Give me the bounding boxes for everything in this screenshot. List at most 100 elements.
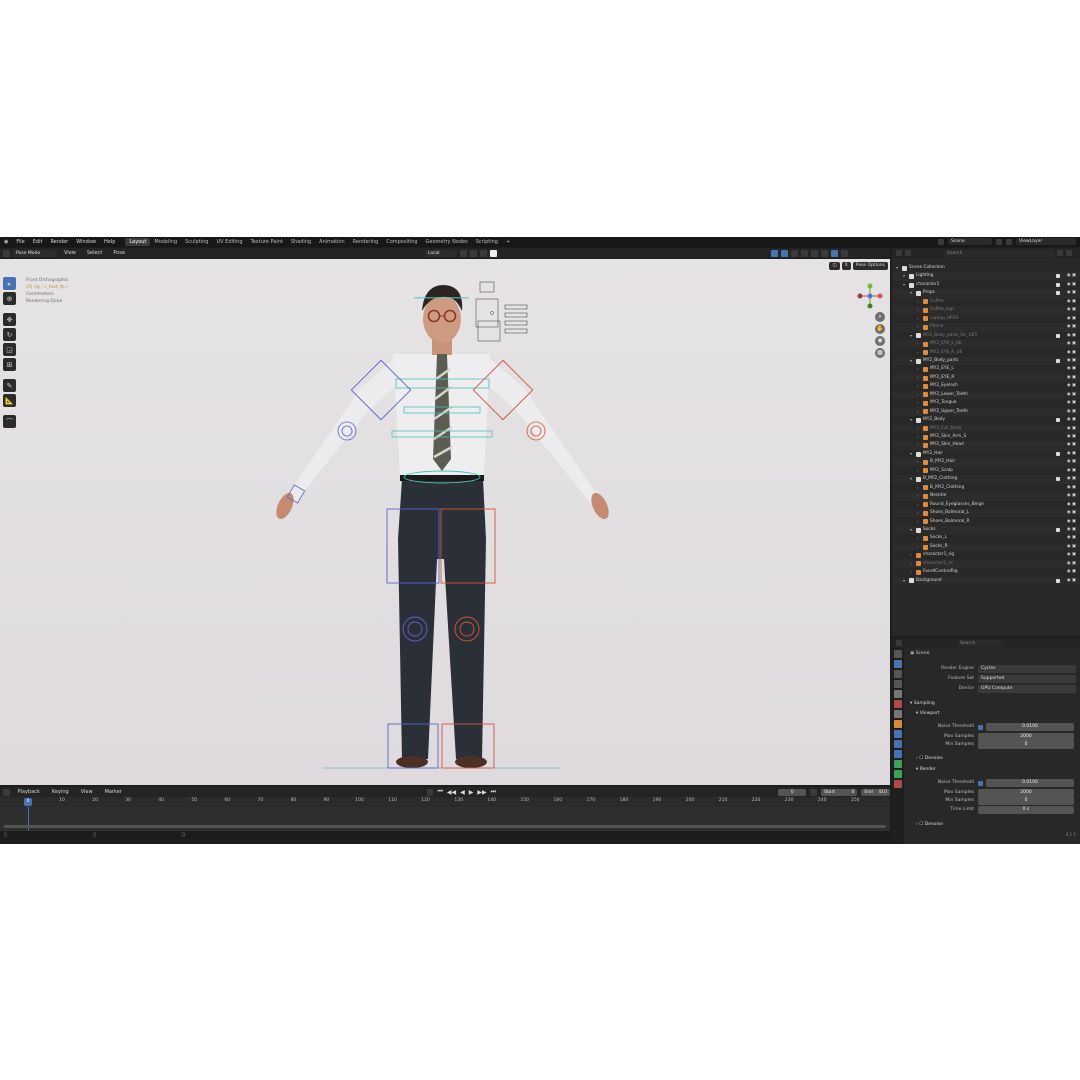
outliner-item-name[interactable]: MY2_EYE_R_UE [930, 349, 962, 357]
expand-chevron-icon[interactable]: ▾ [903, 281, 905, 289]
move-tool-icon[interactable]: ✥ [3, 313, 16, 326]
expand-chevron-icon[interactable]: › [910, 560, 912, 568]
start-frame-field[interactable]: Start 0 [821, 788, 858, 796]
render-subsection[interactable]: ▾ Render [916, 766, 936, 774]
camera-view-icon[interactable]: ◉ [875, 336, 885, 346]
visibility-eye-icon[interactable]: ◉ ▣ [1067, 408, 1076, 416]
outliner-row[interactable]: ▾ character1 ◉ ▣ [892, 281, 1080, 289]
jump-end-icon[interactable]: ⏭ [491, 788, 496, 796]
outliner-item-name[interactable]: Props [923, 289, 935, 297]
expand-chevron-icon[interactable]: › [917, 408, 919, 416]
expand-chevron-icon[interactable]: › [910, 568, 912, 576]
r-min-samples-field[interactable]: 0 [978, 797, 1074, 805]
visibility-eye-icon[interactable]: ◉ ▣ [1067, 340, 1076, 348]
constraint-tab-icon[interactable] [894, 750, 902, 758]
outliner-row[interactable]: › Necktie ◉ ▣ [892, 492, 1080, 501]
outliner-item-name[interactable]: Background [916, 577, 942, 585]
exclude-checkbox[interactable] [1056, 291, 1060, 296]
outliner-row[interactable]: › MY2_Skin_Arm_S ◉ ▣ [892, 433, 1080, 441]
navigation-gizmo[interactable] [857, 283, 883, 309]
outliner-row[interactable]: › Socks_L ◉ ▣ [892, 534, 1080, 542]
expand-chevron-icon[interactable]: › [917, 315, 919, 323]
outliner-item-name[interactable]: MY2_Hair [923, 450, 943, 458]
outliner-item-name[interactable]: Laptop_HP20 [930, 315, 958, 323]
visibility-eye-icon[interactable]: ◉ ▣ [1067, 501, 1076, 509]
outliner-row[interactable]: ▾ Lighting ◉ ▣ [892, 272, 1080, 281]
viewport-subsection[interactable]: ▾ Viewport [916, 710, 940, 718]
r-noise-threshold-checkbox[interactable] [978, 780, 983, 786]
outliner-row[interactable]: ▾ Socks ◉ ▣ [892, 525, 1080, 535]
visibility-eye-icon[interactable]: ◉ ▣ [1067, 416, 1076, 424]
relax-tool-icon[interactable]: ⌒ [3, 415, 16, 428]
exclude-checkbox[interactable] [1056, 274, 1060, 279]
gizmo-icon[interactable] [770, 249, 778, 257]
visibility-eye-icon[interactable]: ◉ ▣ [1067, 484, 1076, 492]
play-icon[interactable]: ▶ [469, 789, 474, 796]
outliner-row[interactable]: › Phone ◉ ▣ [892, 323, 1080, 332]
visibility-eye-icon[interactable]: ◉ ▣ [1067, 391, 1076, 399]
visibility-eye-icon[interactable]: ◉ ▣ [1067, 577, 1076, 585]
vp-noise-threshold-checkbox[interactable] [978, 724, 983, 730]
wireframe-shading-icon[interactable] [800, 249, 808, 257]
outliner-row[interactable]: › MY2_Upper_Teeth ◉ ▣ [892, 407, 1080, 417]
visibility-eye-icon[interactable]: ◉ ▣ [1067, 543, 1076, 551]
outliner-row[interactable]: › MY2_EYE_L ◉ ▣ [892, 365, 1080, 373]
exclude-checkbox[interactable] [1056, 358, 1060, 363]
outliner-row[interactable]: › Coffee ◉ ▣ [892, 298, 1080, 306]
outliner-item-name[interactable]: Shoes_Balmoral_L [930, 509, 969, 517]
visibility-eye-icon[interactable]: ◉ ▣ [1067, 458, 1076, 466]
visibility-eye-icon[interactable]: ◉ ▣ [1067, 365, 1076, 373]
tab-scripting[interactable]: Scripting [472, 238, 502, 246]
keying-icon[interactable] [489, 249, 497, 257]
scene-selector[interactable]: Scene [948, 238, 992, 245]
proportional-icon[interactable] [479, 249, 487, 257]
exclude-checkbox[interactable] [1056, 451, 1060, 456]
tab-texture-paint[interactable]: Texture Paint [247, 238, 287, 246]
outliner-item-name[interactable]: MY2_Eyelash [930, 382, 958, 390]
outliner-item-name[interactable]: MY2_Body [923, 416, 945, 424]
tab-animation[interactable]: Animation [315, 238, 349, 246]
render-engine-dropdown[interactable]: Cycles [978, 665, 1076, 673]
expand-chevron-icon[interactable]: › [917, 501, 919, 509]
3d-viewport[interactable]: Front Orthographic (0) rig : c_foot_fk.l… [0, 259, 890, 785]
expand-chevron-icon[interactable]: ▾ [910, 475, 912, 483]
outliner-row[interactable]: › B_MY2_Clothing ◉ ▣ [892, 484, 1080, 492]
outliner-row[interactable]: ▾ Props ◉ ▣ [892, 289, 1080, 298]
outliner-row[interactable]: › MY2_EYE_L_UE ◉ ▣ [892, 340, 1080, 349]
outliner-item-name[interactable]: MY2_Skin_Arm_S [930, 433, 966, 441]
visibility-eye-icon[interactable]: ◉ ▣ [1067, 425, 1076, 433]
timeline-menu-keying[interactable]: Keying [48, 789, 73, 795]
visibility-eye-icon[interactable]: ◉ ▣ [1067, 441, 1076, 449]
outliner-item-name[interactable]: Lighting [916, 272, 933, 280]
visibility-eye-icon[interactable]: ◉ ▣ [1067, 560, 1076, 568]
visibility-eye-icon[interactable]: ◉ ▣ [1067, 526, 1076, 534]
end-frame-field[interactable]: End 410 [861, 788, 890, 796]
measure-tool-icon[interactable]: 📐 [3, 394, 16, 407]
material-shading-icon[interactable] [820, 249, 828, 257]
outliner-row[interactable]: › MY2_Full_Body ◉ ▣ [892, 424, 1080, 433]
expand-chevron-icon[interactable]: ▾ [910, 416, 912, 424]
timeline-keyframe-area[interactable] [0, 807, 890, 831]
expand-chevron-icon[interactable]: ▾ [903, 577, 905, 585]
feature-set-dropdown[interactable]: Supported [978, 675, 1076, 683]
outliner-row[interactable]: ▾ MY2_Body_parts_for_UE5 ◉ ▣ [892, 332, 1080, 340]
jump-start-icon[interactable]: ⏮ [437, 788, 442, 796]
filter-icon[interactable] [1057, 250, 1063, 256]
outliner-row[interactable]: › character1_cs ◉ ▣ [892, 559, 1080, 569]
visibility-eye-icon[interactable]: ◉ ▣ [1067, 568, 1076, 576]
outliner-item-name[interactable]: MY2_Skin_Head [930, 441, 964, 449]
expand-chevron-icon[interactable]: › [917, 543, 919, 551]
rotate-tool-icon[interactable]: ↻ [3, 328, 16, 341]
exclude-checkbox[interactable] [1056, 333, 1060, 338]
bone-tab-icon[interactable] [894, 770, 902, 778]
outliner-item-name[interactable]: Socks_R [930, 543, 948, 551]
expand-chevron-icon[interactable]: › [917, 374, 919, 382]
viewport-menu-select[interactable]: Select [83, 250, 106, 256]
expand-chevron-icon[interactable]: › [917, 306, 919, 314]
x-mirror-toggle[interactable]: X [841, 262, 851, 270]
timeline-menu-marker[interactable]: Marker [101, 789, 126, 795]
outliner-row[interactable]: › Shoes_Balmoral_L ◉ ▣ [892, 509, 1080, 518]
outliner-item-name[interactable]: MY2_Upper_Teeth [930, 408, 968, 416]
expand-chevron-icon[interactable]: › [917, 323, 919, 331]
tab-layout[interactable]: Layout [125, 238, 151, 246]
